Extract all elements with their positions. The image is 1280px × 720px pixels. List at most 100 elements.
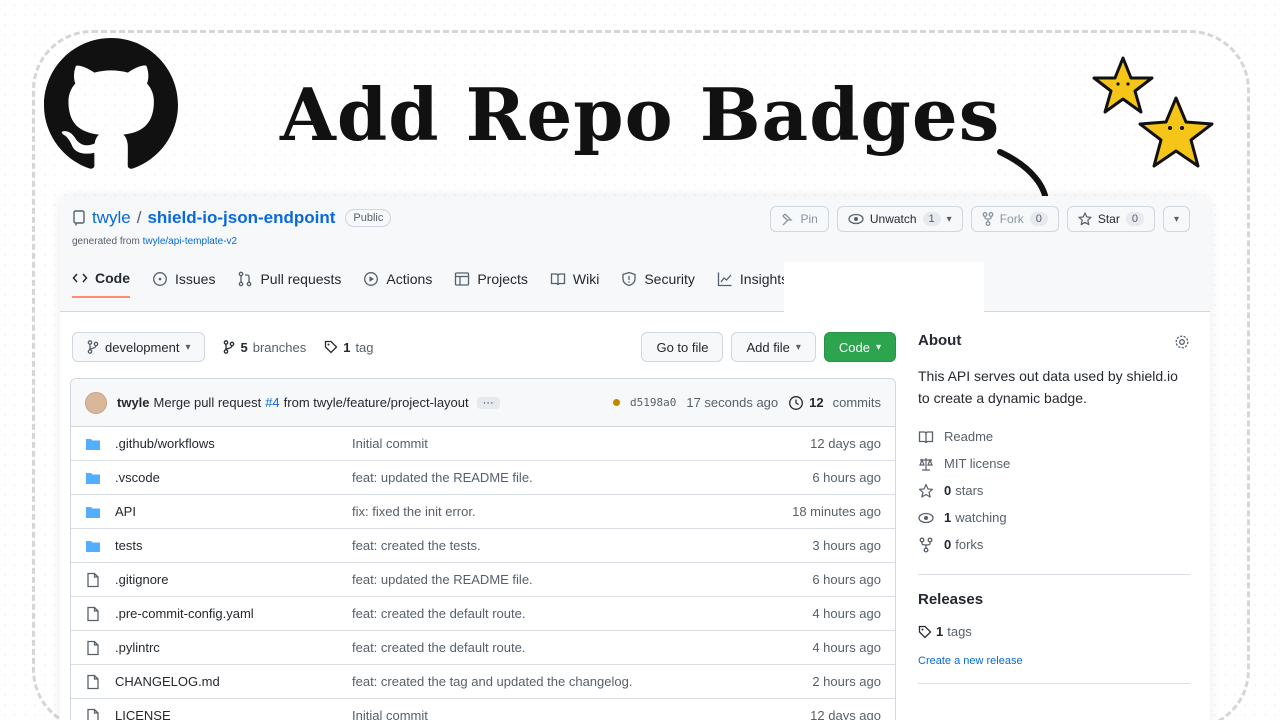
unwatch-label: Unwatch bbox=[869, 212, 917, 226]
tab-actions[interactable]: Actions bbox=[363, 270, 432, 298]
file-icon bbox=[87, 708, 99, 720]
chevron-down-icon: ▾ bbox=[795, 341, 801, 353]
template-link[interactable]: twyle/api-template-v2 bbox=[143, 236, 237, 247]
tab-label: Security bbox=[644, 271, 695, 287]
table-row[interactable]: .pylintrc feat: created the default route… bbox=[71, 631, 895, 665]
star-button[interactable]: Star 0 bbox=[1066, 206, 1155, 232]
branches-count: 5 bbox=[240, 339, 248, 355]
unwatch-count: 1 bbox=[922, 212, 941, 226]
license-label: MIT license bbox=[944, 456, 1011, 471]
avatar[interactable] bbox=[85, 391, 107, 414]
forks-link[interactable]: 0 forks bbox=[918, 531, 1190, 558]
about-title: About bbox=[918, 332, 962, 349]
commit-message-link[interactable]: feat: created the tests. bbox=[352, 538, 812, 553]
chevron-down-icon: ▾ bbox=[185, 341, 191, 353]
license-link[interactable]: MIT license bbox=[918, 450, 1190, 477]
tab-security[interactable]: Security bbox=[621, 270, 695, 298]
file-name-link[interactable]: .github/workflows bbox=[115, 436, 352, 451]
fork-button[interactable]: Fork 0 bbox=[970, 206, 1059, 232]
branch-select[interactable]: development ▾ bbox=[72, 332, 206, 362]
chevron-down-icon: ▾ bbox=[1173, 213, 1179, 225]
tags-link[interactable]: 1 tag bbox=[324, 340, 374, 355]
tab-code[interactable]: Code bbox=[72, 270, 130, 298]
pull-request-link[interactable]: #4 bbox=[265, 395, 279, 410]
tab-label: Projects bbox=[477, 271, 528, 287]
tab-issues[interactable]: Issues bbox=[152, 270, 215, 298]
create-release-link[interactable]: Create a new release bbox=[918, 655, 1190, 667]
commit-message-link[interactable]: feat: created the default route. bbox=[352, 640, 812, 655]
table-row[interactable]: .gitignore feat: updated the README file.… bbox=[71, 563, 895, 597]
tab-label: Code bbox=[95, 270, 130, 286]
branches-link[interactable]: 5 branches bbox=[223, 340, 306, 355]
tab-insights[interactable]: Insights bbox=[717, 270, 788, 298]
watching-link[interactable]: 1 watching bbox=[918, 504, 1190, 531]
pin-icon bbox=[781, 213, 793, 226]
repo-header: twyle / shield-io-json-endpoint Public g… bbox=[60, 196, 1210, 326]
commit-message-link[interactable]: fix: fixed the init error. bbox=[352, 504, 792, 519]
github-logo-icon bbox=[44, 38, 178, 169]
tag-icon bbox=[918, 625, 932, 638]
table-row[interactable]: API fix: fixed the init error. 18 minutes … bbox=[71, 495, 895, 529]
commit-message-link[interactable]: feat: created the tag and updated the ch… bbox=[352, 674, 812, 689]
commit-message-link[interactable]: Initial commit bbox=[352, 708, 810, 720]
repo-owner-link[interactable]: twyle bbox=[92, 208, 131, 228]
commit-age: 2 hours ago bbox=[812, 674, 881, 689]
file-name-link[interactable]: .vscode bbox=[115, 470, 352, 485]
file-name-link[interactable]: .gitignore bbox=[115, 572, 352, 587]
star-icon bbox=[1078, 212, 1092, 226]
tab-wiki[interactable]: Wiki bbox=[550, 270, 599, 298]
tab-label: Issues bbox=[175, 271, 216, 287]
stars-link[interactable]: 0 stars bbox=[918, 477, 1190, 504]
tag-icon bbox=[325, 340, 338, 354]
table-row[interactable]: .github/workflows Initial commit 12 days a… bbox=[71, 427, 895, 461]
file-name-link[interactable]: API bbox=[115, 504, 352, 519]
repo-title: twyle / shield-io-json-endpoint Public bbox=[72, 208, 392, 228]
commit-message-link[interactable]: Initial commit bbox=[352, 436, 810, 451]
commit-age: 4 hours ago bbox=[812, 606, 881, 621]
file-name-link[interactable]: .pylintrc bbox=[115, 640, 352, 655]
table-row[interactable]: .vscode feat: updated the README file. 6 h… bbox=[71, 461, 895, 495]
commit-sha-link[interactable]: d5198a0 bbox=[630, 396, 676, 409]
release-tags-link[interactable]: 1 tags bbox=[918, 624, 1190, 639]
table-row[interactable]: LICENSE Initial commit 12 days ago bbox=[71, 699, 895, 720]
forks-label: forks bbox=[955, 537, 984, 552]
divider bbox=[918, 574, 1190, 575]
branch-icon bbox=[224, 340, 235, 354]
tab-label: Wiki bbox=[572, 271, 600, 287]
code-button[interactable]: Code ▾ bbox=[823, 332, 896, 362]
divider bbox=[918, 683, 1190, 684]
star-label: Star bbox=[1097, 212, 1120, 226]
commits-link[interactable]: 12 commits bbox=[788, 395, 881, 411]
file-list: twyle Merge pull request #4 from twyle/f… bbox=[70, 378, 896, 720]
tab-projects[interactable]: Projects bbox=[454, 270, 528, 298]
go-to-file-button[interactable]: Go to file bbox=[641, 332, 724, 362]
table-row[interactable]: tests feat: created the tests. 3 hours ago bbox=[71, 529, 895, 563]
file-name-link[interactable]: CHANGELOG.md bbox=[115, 674, 352, 689]
file-name-link[interactable]: tests bbox=[115, 538, 352, 553]
file-icon bbox=[87, 640, 99, 655]
readme-link[interactable]: Readme bbox=[918, 423, 1190, 450]
stars-count: 0 bbox=[944, 483, 952, 498]
forks-count: 0 bbox=[944, 537, 952, 552]
releases-title[interactable]: Releases bbox=[918, 591, 1190, 608]
file-name-link[interactable]: LICENSE bbox=[115, 708, 352, 720]
unwatch-button[interactable]: Unwatch 1 ▾ bbox=[836, 206, 963, 232]
expand-commit-button[interactable]: ··· bbox=[476, 396, 500, 409]
repo-name-link[interactable]: shield-io-json-endpoint bbox=[147, 208, 335, 228]
commit-message-link[interactable]: feat: updated the README file. bbox=[352, 470, 812, 485]
star-dropdown-button[interactable]: ▾ bbox=[1162, 206, 1190, 232]
commit-author[interactable]: twyle bbox=[117, 395, 150, 410]
pin-button[interactable]: Pin bbox=[769, 206, 829, 232]
table-row[interactable]: CHANGELOG.md feat: created the tag and up… bbox=[71, 665, 895, 699]
gear-icon[interactable] bbox=[1174, 334, 1190, 350]
tab-pull-requests[interactable]: Pull requests bbox=[237, 270, 341, 298]
table-row[interactable]: .pre-commit-config.yaml feat: created the… bbox=[71, 597, 895, 631]
file-icon bbox=[87, 674, 99, 689]
file-name-link[interactable]: .pre-commit-config.yaml bbox=[115, 606, 352, 621]
commit-message-link[interactable]: feat: created the default route. bbox=[352, 606, 812, 621]
add-file-button[interactable]: Add file ▾ bbox=[731, 332, 816, 362]
commit-message-link[interactable]: feat: updated the README file. bbox=[352, 572, 812, 587]
star-icon bbox=[918, 483, 934, 498]
star-count: 0 bbox=[1125, 212, 1144, 226]
eye-icon bbox=[918, 512, 934, 523]
